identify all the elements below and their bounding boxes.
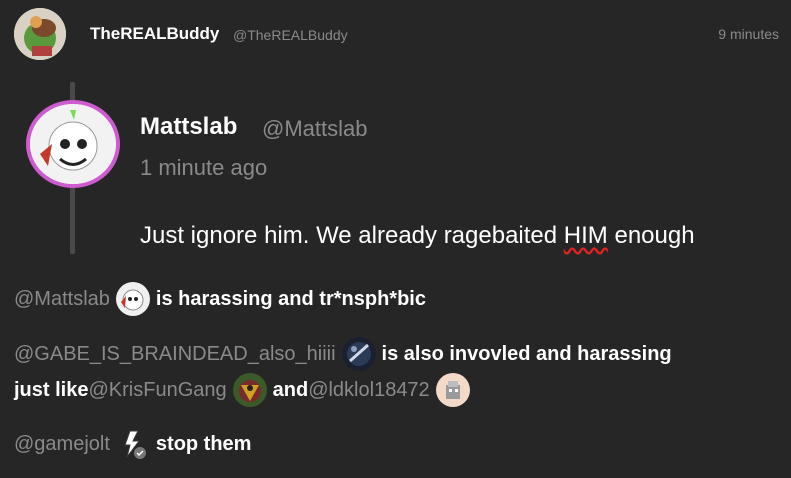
author-name[interactable]: TheREALBuddy <box>90 24 219 44</box>
body-line-2-text: is also invovled and harassing <box>381 342 672 365</box>
quote-text-after: enough <box>607 222 695 249</box>
body-line-3-prefix: just like <box>14 378 89 401</box>
body-line-1: @Mattslab is harassing and tr*nsph*bic <box>14 282 426 316</box>
author-handle[interactable]: @TheREALBuddy <box>233 27 348 43</box>
body-line-4-text: stop them <box>155 432 252 455</box>
gabe-avatar-icon[interactable] <box>341 337 376 371</box>
mattslab-avatar-icon[interactable] <box>115 282 150 316</box>
post-timestamp[interactable]: 9 minutes <box>718 26 779 42</box>
quote-text-highlight: HIM <box>563 222 608 249</box>
mention-gamejolt[interactable]: @gamejolt <box>14 433 110 456</box>
post: TheREALBuddy @TheREALBuddy 9 minutes Mat… <box>0 0 791 478</box>
mention-ldklol[interactable]: @ldklol18472 <box>308 379 430 402</box>
body-line-1-text: is harassing and tr*nsph*bic <box>155 287 426 310</box>
quote-author-handle[interactable]: @Mattslab <box>262 116 367 142</box>
quote-timestamp: 1 minute ago <box>140 155 268 180</box>
krisfungang-avatar-icon[interactable] <box>232 373 267 407</box>
body-line-3: just like @KrisFunGang and @ldklol18472 <box>14 373 476 407</box>
quote-text-before: Just ignore him. We already ragebaited <box>140 222 564 249</box>
ldklol-avatar-icon[interactable] <box>435 373 470 407</box>
mention-mattslab[interactable]: @Mattslab <box>14 288 110 311</box>
quote-text: Just ignore him. We already ragebaited H… <box>140 222 695 250</box>
quote-author-avatar[interactable] <box>26 100 120 188</box>
quote-author-name[interactable]: Mattslab <box>140 113 237 141</box>
author-avatar[interactable] <box>14 8 66 60</box>
mention-krisfungang[interactable]: @KrisFunGang <box>88 379 226 402</box>
mention-gabe[interactable]: @GABE_IS_BRAINDEAD_also_hiiii <box>14 343 336 366</box>
body-line-3-joiner: and <box>272 378 309 401</box>
body-line-4: @gamejolt stop them <box>14 427 251 461</box>
gamejolt-logo-icon[interactable] <box>116 427 150 461</box>
body-line-2: @GABE_IS_BRAINDEAD_also_hiiii is also in… <box>14 337 672 371</box>
